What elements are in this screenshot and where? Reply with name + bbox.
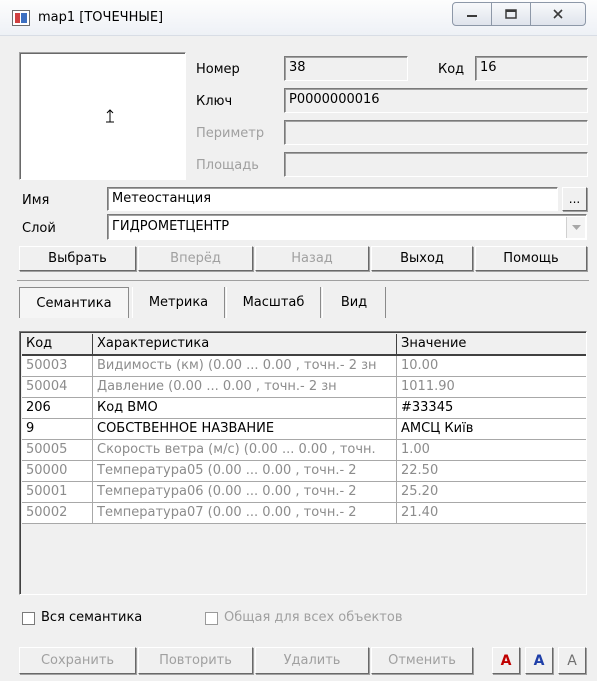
common-for-all-label: Общая для всех объектов [224,610,403,625]
column-header-characteristic[interactable]: Характеристика [93,334,397,354]
title-bar[interactable]: map1 [ТОЧЕЧНЫЕ] [0,0,597,36]
tab-scale[interactable]: Масштаб [226,287,321,318]
minimize-icon [467,15,478,17]
browse-name-button[interactable]: ... [562,187,587,211]
cell-code[interactable]: 50004 [22,377,93,397]
table-row[interactable]: 50004 Давление (0.00 ... 0.00 , точн.- 2 … [22,377,586,398]
cell-value[interactable]: 22.50 [397,461,586,481]
maximize-icon [505,9,518,19]
object-editor-window: map1 [ТОЧЕЧНЫЕ] Номер 38 Код 16 Ключ P00… [0,0,597,681]
table-body: 50003 Видимость (км) (0.00 ... 0.00 , точ… [22,356,586,524]
close-icon [553,9,563,19]
column-header-value[interactable]: Значение [397,334,586,354]
cell-code[interactable]: 206 [22,398,93,418]
table-row[interactable]: 50002 Температура07 (0.00 ... 0.00 , точн… [22,503,586,524]
tab-metrics[interactable]: Метрика [132,287,225,318]
repeat-button[interactable]: Повторить [138,647,253,674]
layer-select-value: ГИДРОМЕТЦЕНТР [112,219,230,234]
cell-characteristic[interactable]: Температура05 (0.00 ... 0.00 , точн.- 2 [93,461,397,481]
area-label: Площадь [196,158,259,173]
cell-characteristic[interactable]: Температура06 (0.00 ... 0.00 , точн.- 2 [93,482,397,502]
cell-value[interactable]: 1011.90 [397,377,586,397]
cell-characteristic[interactable]: Давление (0.00 ... 0.00 , точн.- 2 зн [93,377,397,397]
cell-value[interactable]: 1.00 [397,440,586,460]
column-header-code[interactable]: Код [22,334,93,354]
number-label: Номер [196,62,240,77]
tab-separator [17,280,589,281]
font-color-red-button[interactable]: A [492,647,520,674]
cell-characteristic[interactable]: Скорость ветра (м/с) (0.00 ... 0.00 , то… [93,440,397,460]
code-field[interactable]: 16 [475,56,588,81]
cancel-button[interactable]: Отменить [371,647,473,674]
layer-label: Слой [22,221,56,236]
semantics-table[interactable]: Код Характеристика Значение 50003 Видимос… [19,331,587,595]
help-button[interactable]: Помощь [475,246,587,271]
tab-view[interactable]: Вид [322,287,386,318]
cell-code[interactable]: 9 [22,419,93,439]
cell-code[interactable]: 50001 [22,482,93,502]
common-for-all-checkbox[interactable] [205,612,218,625]
layer-dropdown-button[interactable] [566,217,585,238]
key-label: Ключ [196,94,233,109]
name-field[interactable]: Метеостанция [107,187,558,211]
chevron-down-icon [571,224,581,230]
map-app-icon [12,10,30,26]
cell-characteristic[interactable]: Видимость (км) (0.00 ... 0.00 , точн.- 2… [93,356,397,376]
cell-characteristic[interactable]: Код ВМО [93,398,397,418]
cell-code[interactable]: 50005 [22,440,93,460]
forward-button[interactable]: Вперёд [138,246,253,271]
table-row[interactable]: 50001 Температура06 (0.00 ... 0.00 , точн… [22,482,586,503]
minimize-button[interactable] [453,3,493,25]
maximize-button[interactable] [492,3,532,25]
font-color-gray-button[interactable]: A [558,647,586,674]
cell-characteristic[interactable]: Температура07 (0.00 ... 0.00 , точн.- 2 [93,503,397,523]
table-row[interactable]: 50003 Видимость (км) (0.00 ... 0.00 , точ… [22,356,586,377]
back-button[interactable]: Назад [255,246,369,271]
object-preview [19,52,186,180]
cell-characteristic[interactable]: СОБСТВЕННОЕ НАЗВАНИЕ [93,419,397,439]
select-button[interactable]: Выбрать [19,246,136,271]
table-row[interactable]: 50000 Температура05 (0.00 ... 0.00 , точн… [22,461,586,482]
all-semantics-label: Вся семантика [41,610,143,625]
all-semantics-checkbox[interactable] [22,612,35,625]
number-field[interactable]: 38 [284,56,408,81]
cell-code[interactable]: 50003 [22,356,93,376]
cell-code[interactable]: 50000 [22,461,93,481]
perimeter-label: Периметр [196,126,265,141]
cell-value[interactable]: АМСЦ Київ [397,419,586,439]
name-label: Имя [22,193,50,208]
table-header: Код Характеристика Значение [22,334,586,356]
cell-value[interactable]: 10.00 [397,356,586,376]
cell-value[interactable]: 21.40 [397,503,586,523]
table-row[interactable]: 9 СОБСТВЕННОЕ НАЗВАНИЕ АМСЦ Київ [22,419,586,440]
exit-button[interactable]: Выход [371,246,473,271]
key-field[interactable]: P0000000016 [284,88,588,113]
close-button[interactable] [531,3,585,25]
area-field [284,152,588,177]
code-label: Код [438,62,465,77]
tab-semantics[interactable]: Семантика [19,287,129,318]
save-button[interactable]: Сохранить [19,647,136,674]
table-row[interactable]: 50005 Скорость ветра (м/с) (0.00 ... 0.00… [22,440,586,461]
cell-value[interactable]: 25.20 [397,482,586,502]
cell-code[interactable]: 50002 [22,503,93,523]
delete-button[interactable]: Удалить [255,647,369,674]
layer-select[interactable]: ГИДРОМЕТЦЕНТР [107,214,587,240]
window-title: map1 [ТОЧЕЧНЫЕ] [38,10,164,25]
cell-value[interactable]: #33345 [397,398,586,418]
perimeter-field [284,120,588,145]
window-controls [452,2,586,26]
weather-station-symbol-icon [106,109,114,123]
font-color-blue-button[interactable]: A [525,647,553,674]
table-row[interactable]: 206 Код ВМО #33345 [22,398,586,419]
